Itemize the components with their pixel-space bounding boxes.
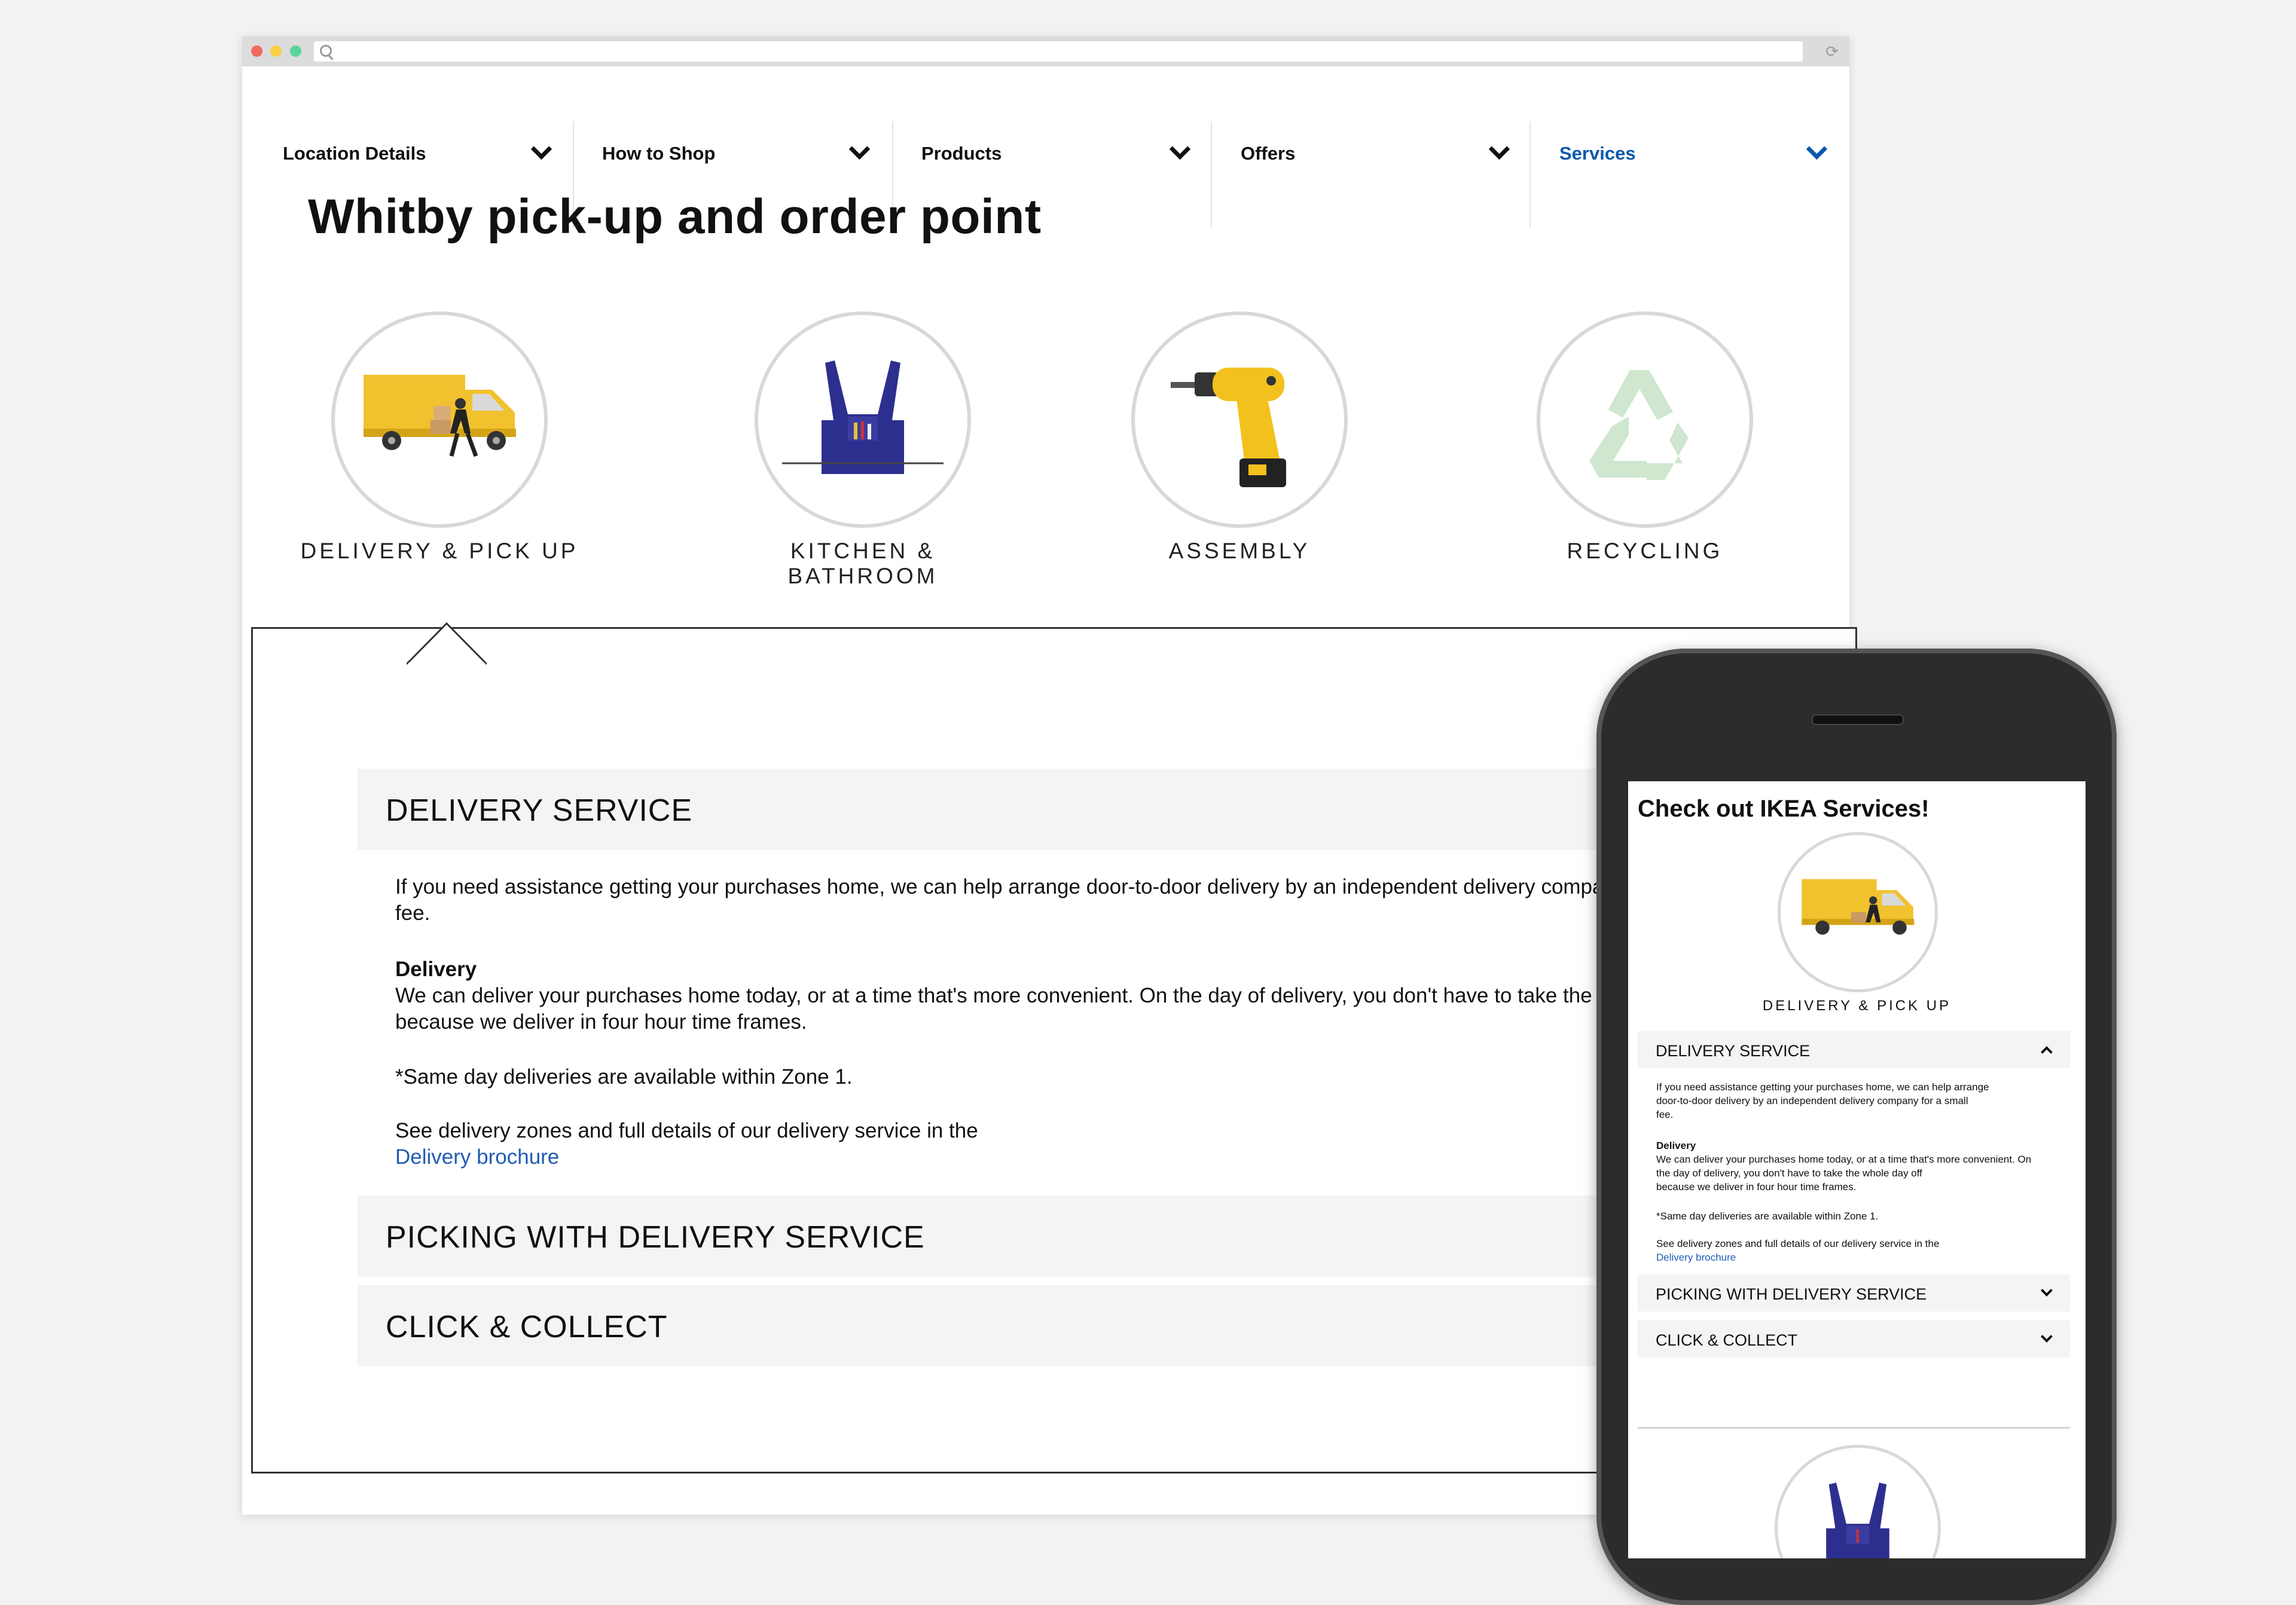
- phone-speaker: [1812, 714, 1904, 725]
- panel-pointer: [407, 622, 487, 667]
- nav-item-how-to-shop[interactable]: How to Shop: [602, 121, 871, 187]
- chevron-down-icon: [2041, 1331, 2053, 1343]
- chevron-down-icon: [848, 138, 871, 160]
- delivery-truck-icon: [331, 311, 548, 528]
- mobile-accordion-delivery-service[interactable]: DELIVERY SERVICE: [1638, 1031, 2070, 1068]
- chevron-down-icon: [1169, 138, 1191, 160]
- address-bar[interactable]: [314, 41, 1803, 62]
- chevron-down-icon: [1488, 138, 1510, 160]
- nav-divider: [1211, 121, 1212, 228]
- minimize-window-button[interactable]: [270, 45, 282, 57]
- delivery-zones-text: See delivery zones and full details of o…: [395, 1119, 978, 1169]
- chevron-down-icon: [2041, 1285, 2053, 1297]
- mobile-delivery-description: Delivery We can deliver your purchases h…: [1656, 1140, 2032, 1193]
- nav-item-services[interactable]: Services: [1559, 121, 1828, 187]
- mobile-divider: [1638, 1427, 2070, 1429]
- delivery-intro-text: If you need assistance getting your purc…: [395, 875, 1604, 925]
- nav-item-location-details[interactable]: Location Details: [283, 121, 552, 187]
- mobile-screen: Check out IKEA Services! DELIVERY & PICK…: [1628, 781, 2086, 1558]
- nav-item-products[interactable]: Products: [921, 121, 1191, 187]
- mobile-accordion-click-collect[interactable]: CLICK & COLLECT: [1638, 1320, 2070, 1358]
- delivery-description: Delivery We can deliver your purchases h…: [395, 958, 1592, 1034]
- same-day-note: *Same day deliveries are available withi…: [395, 1065, 853, 1089]
- search-icon: [320, 45, 332, 57]
- mobile-accordion-picking[interactable]: PICKING WITH DELIVERY SERVICE: [1638, 1274, 2070, 1311]
- chevron-down-icon: [530, 138, 552, 160]
- mobile-delivery-brochure-link[interactable]: Delivery brochure: [1656, 1252, 1736, 1263]
- service-kitchen-bathroom[interactable]: KITCHEN & BATHROOM: [713, 311, 1012, 589]
- power-drill-icon: [1131, 311, 1348, 528]
- nav-item-offers[interactable]: Offers: [1241, 121, 1510, 187]
- service-recycling[interactable]: RECYCLING: [1495, 311, 1794, 564]
- maximize-window-button[interactable]: [290, 45, 301, 57]
- browser-toolbar: ⟳: [242, 36, 1849, 66]
- mobile-page-title: Check out IKEA Services!: [1638, 796, 1929, 822]
- page-title: Whitby pick-up and order point: [308, 189, 1042, 244]
- recycle-icon: [1537, 311, 1753, 528]
- mobile-same-day-note: *Same day deliveries are available withi…: [1656, 1210, 1879, 1222]
- reload-icon[interactable]: ⟳: [1825, 44, 1839, 59]
- mobile-delivery-intro: If you need assistance getting your purc…: [1656, 1081, 1989, 1120]
- close-window-button[interactable]: [251, 45, 262, 57]
- nav-divider: [1529, 121, 1531, 228]
- overalls-icon[interactable]: [1775, 1445, 1941, 1558]
- service-assembly[interactable]: ASSEMBLY: [1090, 311, 1389, 564]
- delivery-truck-icon[interactable]: [1778, 832, 1938, 992]
- chevron-down-icon: [1806, 138, 1828, 160]
- service-delivery-pick-up[interactable]: DELIVERY & PICK UP: [290, 311, 589, 564]
- mobile-zones-text: See delivery zones and full details of o…: [1656, 1238, 1940, 1263]
- main-navigation: Location Details How to Shop Products Of…: [242, 85, 1849, 228]
- phone-mockup: Check out IKEA Services! DELIVERY & PICK…: [1596, 649, 2117, 1605]
- delivery-brochure-link[interactable]: Delivery brochure: [395, 1145, 559, 1169]
- mobile-service-label: DELIVERY & PICK UP: [1762, 998, 1952, 1014]
- overalls-icon: [755, 311, 971, 528]
- chevron-up-icon: [2041, 1046, 2053, 1058]
